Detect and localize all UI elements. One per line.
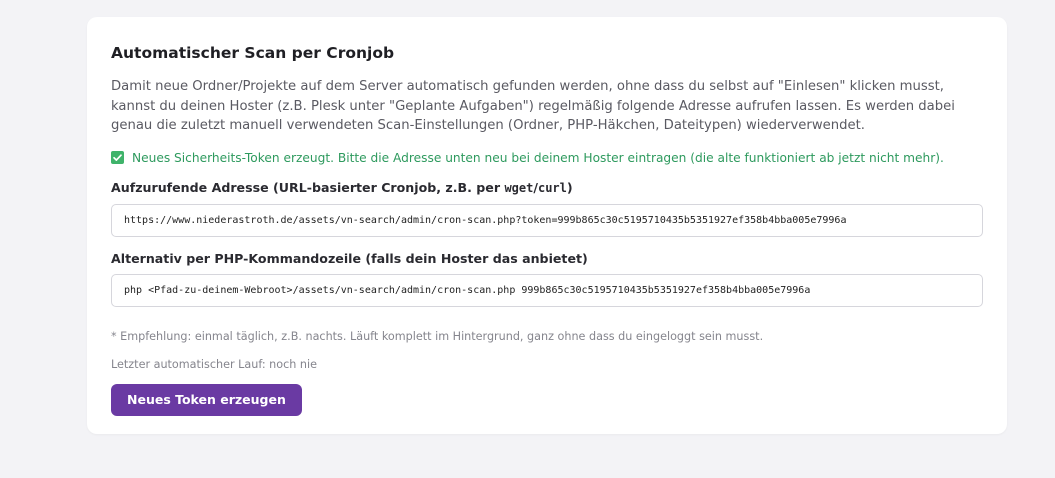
url-label-text: Aufzurufende Adresse (URL-basierter Cron… xyxy=(111,179,505,195)
cron-cli-field[interactable]: php <Pfad-zu-deinem-Webroot>/assets/vn-s… xyxy=(111,273,983,307)
cli-field-label: Alternativ per PHP-Kommandozeile (falls … xyxy=(111,250,588,266)
last-run-status: Letzter automatischer Lauf: noch nie xyxy=(111,357,317,371)
cron-url-field[interactable]: https://www.niederastroth.de/assets/vn-s… xyxy=(111,203,983,237)
url-label-code-wget: wget xyxy=(504,180,534,195)
card-description: Damit neue Ordner/Projekte auf dem Serve… xyxy=(111,79,955,133)
success-message-text: Neues Sicherheits-Token erzeugt. Bitte d… xyxy=(132,150,944,165)
url-label-suffix: ) xyxy=(566,179,573,195)
success-message: Neues Sicherheits-Token erzeugt. Bitte d… xyxy=(111,149,983,167)
generate-token-button[interactable]: Neues Token erzeugen xyxy=(111,383,302,416)
check-square-icon xyxy=(111,151,124,164)
recommendation-hint: * Empfehlung: einmal täglich, z.B. nacht… xyxy=(111,329,764,343)
card-title: Automatischer Scan per Cronjob xyxy=(111,44,395,62)
url-field-label: Aufzurufende Adresse (URL-basierter Cron… xyxy=(111,179,983,197)
cron-settings-card: Automatischer Scan per Cronjob Damit neu… xyxy=(87,17,1007,434)
url-label-code-curl: curl xyxy=(537,180,567,195)
